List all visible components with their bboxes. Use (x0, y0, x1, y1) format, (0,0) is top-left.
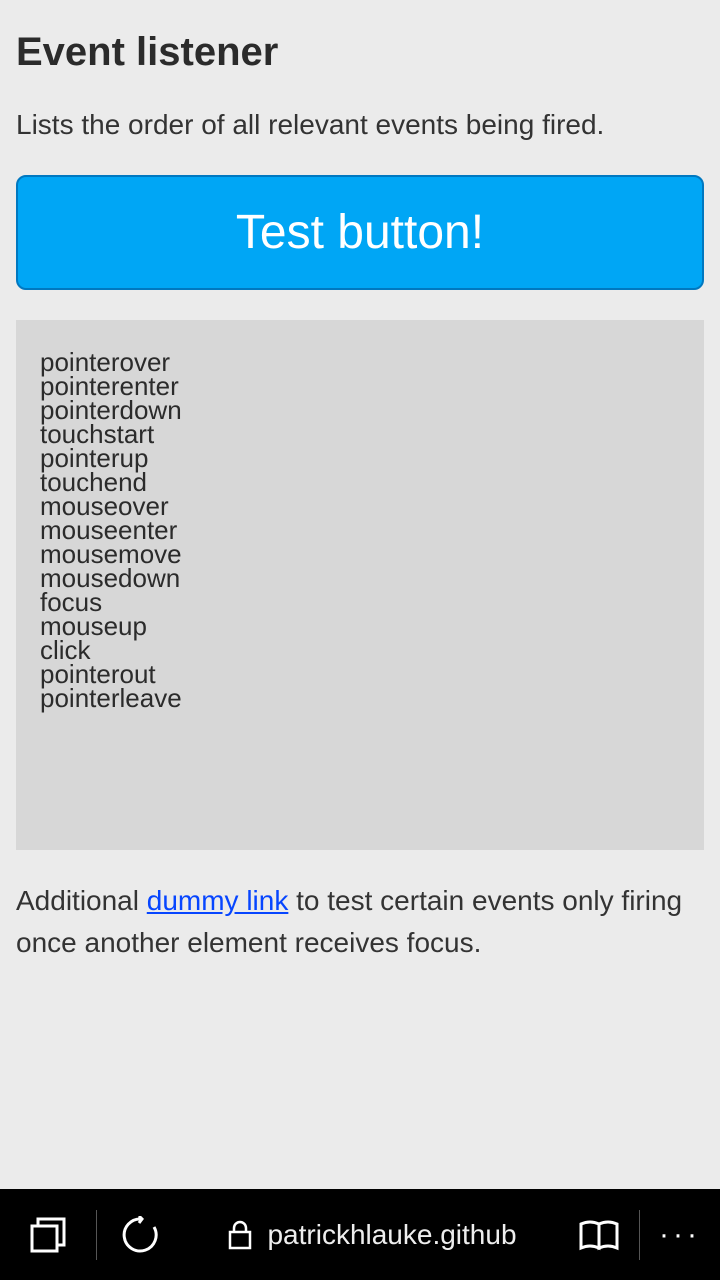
tabs-button[interactable] (0, 1189, 96, 1280)
dummy-link[interactable]: dummy link (147, 885, 289, 916)
address-bar[interactable]: patrickhlauke.github (185, 1219, 559, 1251)
event-log: pointeroverpointerenterpointerdowntouchs… (16, 320, 704, 850)
page-title: Event listener (16, 30, 704, 75)
event-log-item: mousedown (40, 566, 680, 590)
page-description: Lists the order of all relevant events b… (16, 109, 704, 141)
event-log-item: mouseup (40, 614, 680, 638)
browser-chrome-bar: patrickhlauke.github ··· (0, 1189, 720, 1280)
test-button[interactable]: Test button! (16, 175, 704, 290)
reload-button[interactable] (97, 1189, 185, 1280)
after-text-prefix: Additional (16, 885, 147, 916)
book-icon (578, 1218, 620, 1252)
event-log-item: pointerleave (40, 686, 680, 710)
lock-icon (227, 1220, 253, 1250)
after-paragraph: Additional dummy link to test certain ev… (16, 880, 704, 964)
reading-view-button[interactable] (559, 1189, 639, 1280)
address-text: patrickhlauke.github (267, 1219, 516, 1251)
tabs-icon (29, 1216, 67, 1254)
more-button[interactable]: ··· (640, 1189, 720, 1280)
reload-icon (122, 1216, 160, 1254)
page-content: Event listener Lists the order of all re… (0, 0, 720, 1189)
